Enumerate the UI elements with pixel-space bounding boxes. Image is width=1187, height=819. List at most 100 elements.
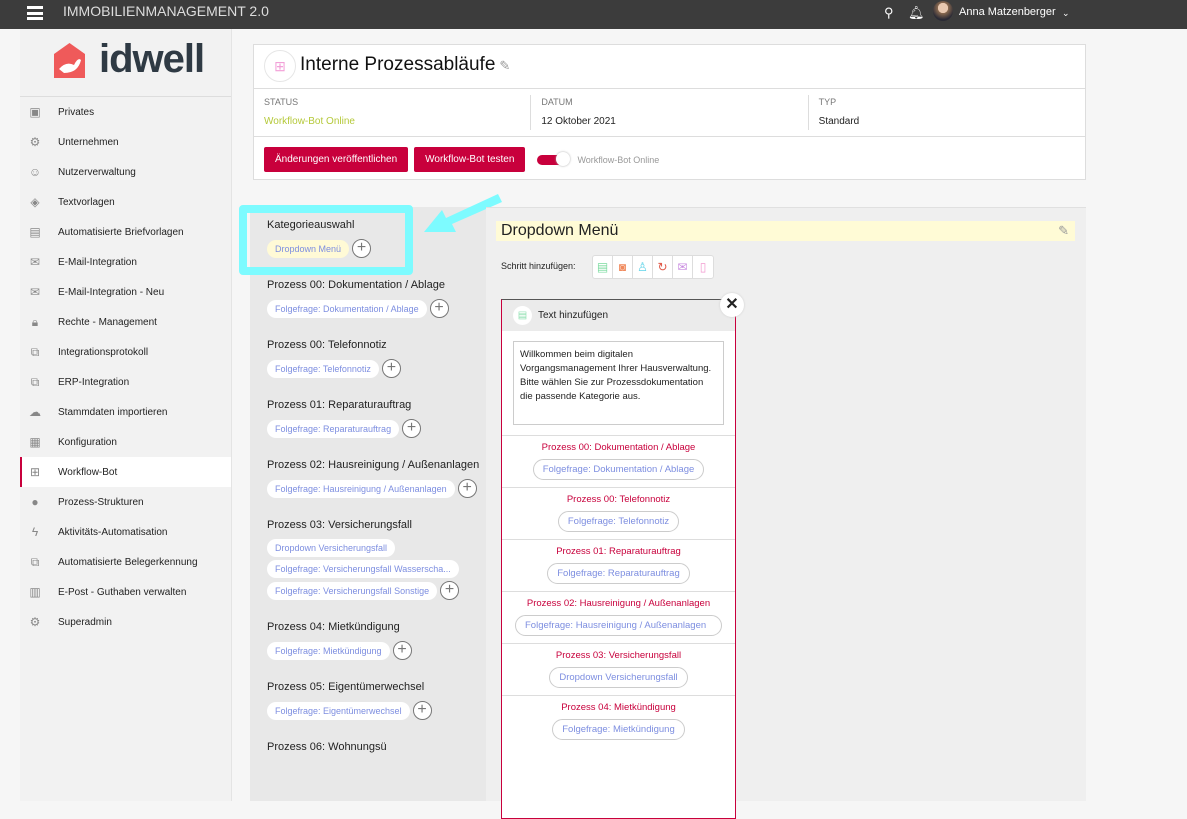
group-title: Prozess 06: Wohnungsü — [267, 741, 387, 753]
hierarchy-icon: ⧉ — [30, 375, 40, 389]
bot-option: Prozess 02: Hausreinigung / Außenanlagen… — [502, 591, 735, 643]
option-chip[interactable]: Dropdown Versicherungsfall — [549, 667, 688, 688]
mail-icon: ✉ — [29, 255, 41, 269]
sidebar-item-label: Automatisierte Briefvorlagen — [58, 226, 184, 238]
add-step-plus-icon[interactable]: + — [402, 419, 422, 438]
add-step-plus-icon[interactable]: + — [392, 641, 412, 660]
option-process: Prozess 02: Hausreinigung / Außenanlagen — [526, 598, 711, 609]
sidebar-item-stammdaten-importieren[interactable]: ☁ Stammdaten importieren — [20, 397, 231, 427]
option-chip[interactable]: Folgefrage: Reparaturauftrag — [547, 563, 690, 584]
search-icon[interactable]: ⚲ — [884, 5, 894, 21]
add-step-plus-icon[interactable]: + — [381, 359, 401, 378]
hierarchy-icon: ⧉ — [30, 555, 40, 569]
process-group: Prozess 00: Telefonnotiz Folgefrage: Tele… — [267, 339, 486, 378]
chevron-down-icon[interactable]: ⌄ — [1062, 8, 1070, 19]
sidebar-item-textvorlagen[interactable]: ◈ Textvorlagen — [20, 187, 231, 217]
option-chip[interactable]: Folgefrage: Dokumentation / Ablage — [532, 459, 705, 480]
process-structure-list: Kategorieauswahl Dropdown Menü + Prozess 00… — [250, 207, 486, 801]
sidebar-item-rechte-management[interactable]: 🔒︎ Rechte - Management — [20, 307, 231, 337]
bot-option: Prozess 00: Dokumentation / Ablage Folgef… — [502, 435, 735, 487]
sidebar-item-label: E-Post - Guthaben verwalten — [58, 586, 187, 598]
add-step-label: Schritt hinzufügen: — [501, 261, 576, 271]
step-chip[interactable]: Folgefrage: Dokumentation / Ablage — [267, 299, 427, 318]
pencil-icon[interactable]: ✎ — [1058, 221, 1069, 241]
group-title: Prozess 02: Hausreinigung / Außenanlagen — [267, 459, 480, 471]
sidebar-item-erp-integration[interactable]: ⧉ ERP-Integration — [20, 367, 231, 397]
person-icon[interactable]: ♙ — [633, 256, 653, 278]
document-icon[interactable]: ▯ — [693, 256, 713, 278]
option-chip[interactable]: Folgefrage: Hausreinigung / Außenanlagen — [515, 615, 722, 636]
user-name[interactable]: Anna Matzenberger — [959, 6, 1056, 18]
grid-icon: ▦ — [29, 435, 41, 449]
step-chip[interactable]: Folgefrage: Versicherungsfall Wasserscha… — [267, 560, 459, 578]
hierarchy-icon: ⧉ — [30, 345, 40, 359]
add-step-plus-icon[interactable]: + — [457, 479, 477, 498]
date-label: DATUM — [541, 97, 573, 107]
add-step-plus-icon[interactable]: + — [412, 701, 432, 720]
toggle-label: Workflow-Bot Online — [577, 154, 660, 165]
step-chip[interactable]: Folgefrage: Telefonnotiz — [267, 359, 379, 378]
sidebar-item-label: E-Mail-Integration - Neu — [58, 286, 165, 298]
step-chip[interactable]: Folgefrage: Mietkündigung — [267, 641, 390, 660]
sidebar-item-nutzerverwaltung[interactable]: ☺ Nutzerverwaltung — [20, 157, 231, 187]
step-chip[interactable]: Folgefrage: Reparaturauftrag — [267, 419, 400, 438]
avatar[interactable] — [933, 1, 953, 21]
add-step-plus-icon[interactable]: + — [440, 581, 460, 600]
bot-online-toggle[interactable] — [537, 151, 571, 166]
close-icon[interactable]: ✕ — [720, 293, 744, 317]
sidebar-item-e-post-guthaben-verwalten[interactable]: ▥ E-Post - Guthaben verwalten — [20, 577, 231, 607]
step-chip[interactable]: Dropdown Menü — [267, 239, 350, 258]
redo-icon[interactable]: ↻ — [653, 256, 673, 278]
step-chip[interactable]: Folgefrage: Versicherungsfall Sonstige — [267, 581, 438, 600]
publish-changes-button[interactable]: Änderungen veröffentlichen — [264, 147, 409, 172]
add-step-plus-icon[interactable]: + — [352, 239, 372, 258]
sidebar-item-aktivitäts-automatisation[interactable]: ϟ Aktivitäts-Automatisation — [20, 517, 231, 547]
sidebar-item-integrationsprotokoll[interactable]: ⧉ Integrationsprotokoll — [20, 337, 231, 367]
bell-icon[interactable]: 🔔︎ — [908, 5, 925, 21]
block-title[interactable]: Dropdown Menü ✎ — [496, 221, 1075, 241]
pencil-icon[interactable]: ✎ — [499, 58, 510, 73]
add-step-plus-icon[interactable]: + — [429, 299, 449, 318]
step-chip[interactable]: Folgefrage: Hausreinigung / Außenanlagen — [267, 479, 455, 498]
group-title: Kategorieauswahl — [267, 219, 355, 231]
sidebar: idwell ▣ Privates ⚙ Unternehmen ☺ Nutzerverwa… — [20, 29, 232, 801]
option-process: Prozess 00: Dokumentation / Ablage — [541, 442, 696, 453]
step-chip[interactable]: Folgefrage: Eigentümerwechsel — [267, 701, 410, 720]
gear-icon: ⚙ — [29, 135, 41, 149]
type-value: Standard — [818, 116, 860, 127]
option-chip[interactable]: Folgefrage: Telefonnotiz — [557, 511, 680, 532]
step-chip[interactable]: Dropdown Versicherungsfall — [267, 539, 396, 557]
sidebar-item-privates[interactable]: ▣ Privates — [20, 97, 231, 127]
menu-icon[interactable] — [27, 6, 43, 20]
bot-message[interactable]: Willkommen beim digitalen Vorgangsmanage… — [513, 341, 724, 425]
text-icon: ▤ — [513, 306, 532, 325]
sidebar-item-superadmin[interactable]: ⚙ Superadmin — [20, 607, 231, 637]
logo: idwell — [20, 29, 231, 97]
bot-block: ▤ Text hinzufügen ✕ Willkommen beim digi… — [501, 293, 744, 819]
sidebar-item-label: Nutzerverwaltung — [58, 166, 136, 178]
mail-icon[interactable]: ✉ — [673, 256, 693, 278]
app-title: IMMOBILIENMANAGEMENT 2.0 — [63, 3, 269, 19]
workflow-icon: ⊞ — [264, 50, 296, 82]
editor-panel: Dropdown Menü ✎ Schritt hinzufügen: ▤ ◙ ♙ ↻ ✉… — [486, 207, 1086, 819]
sidebar-item-unternehmen[interactable]: ⚙ Unternehmen — [20, 127, 231, 157]
option-process: Prozess 01: Reparaturauftrag — [556, 546, 681, 557]
bot-option: Prozess 03: Versicherungsfall Dropdown Ve… — [502, 643, 735, 695]
sidebar-item-e-mail-integration-neu[interactable]: ✉ E-Mail-Integration - Neu — [20, 277, 231, 307]
bot-option: Prozess 01: Reparaturauftrag Folgefrage: … — [502, 539, 735, 591]
sidebar-item-automatisierte-briefvorlagen[interactable]: ▤ Automatisierte Briefvorlagen — [20, 217, 231, 247]
text-icon[interactable]: ▤ — [593, 256, 613, 278]
lightning-icon: ϟ — [31, 525, 39, 539]
sidebar-item-prozess-strukturen[interactable]: ● Prozess-Strukturen — [20, 487, 231, 517]
test-bot-button[interactable]: Workflow-Bot testen — [414, 147, 526, 172]
camera-icon[interactable]: ◙ — [613, 256, 633, 278]
sidebar-nav: ▣ Privates ⚙ Unternehmen ☺ Nutzerverwaltung ◈ T… — [20, 97, 231, 637]
mail-icon: ✉ — [29, 285, 41, 299]
sidebar-item-workflow-bot[interactable]: ⊞ Workflow-Bot — [20, 457, 231, 487]
sidebar-item-e-mail-integration[interactable]: ✉ E-Mail-Integration — [20, 247, 231, 277]
option-chip[interactable]: Folgefrage: Mietkündigung — [552, 719, 685, 740]
sidebar-item-label: Superadmin — [58, 616, 112, 628]
sidebar-item-automatisierte-belegerkennung[interactable]: ⧉ Automatisierte Belegerkennung — [20, 547, 231, 577]
sidebar-item-label: E-Mail-Integration — [58, 256, 137, 268]
sidebar-item-konfiguration[interactable]: ▦ Konfiguration — [20, 427, 231, 457]
